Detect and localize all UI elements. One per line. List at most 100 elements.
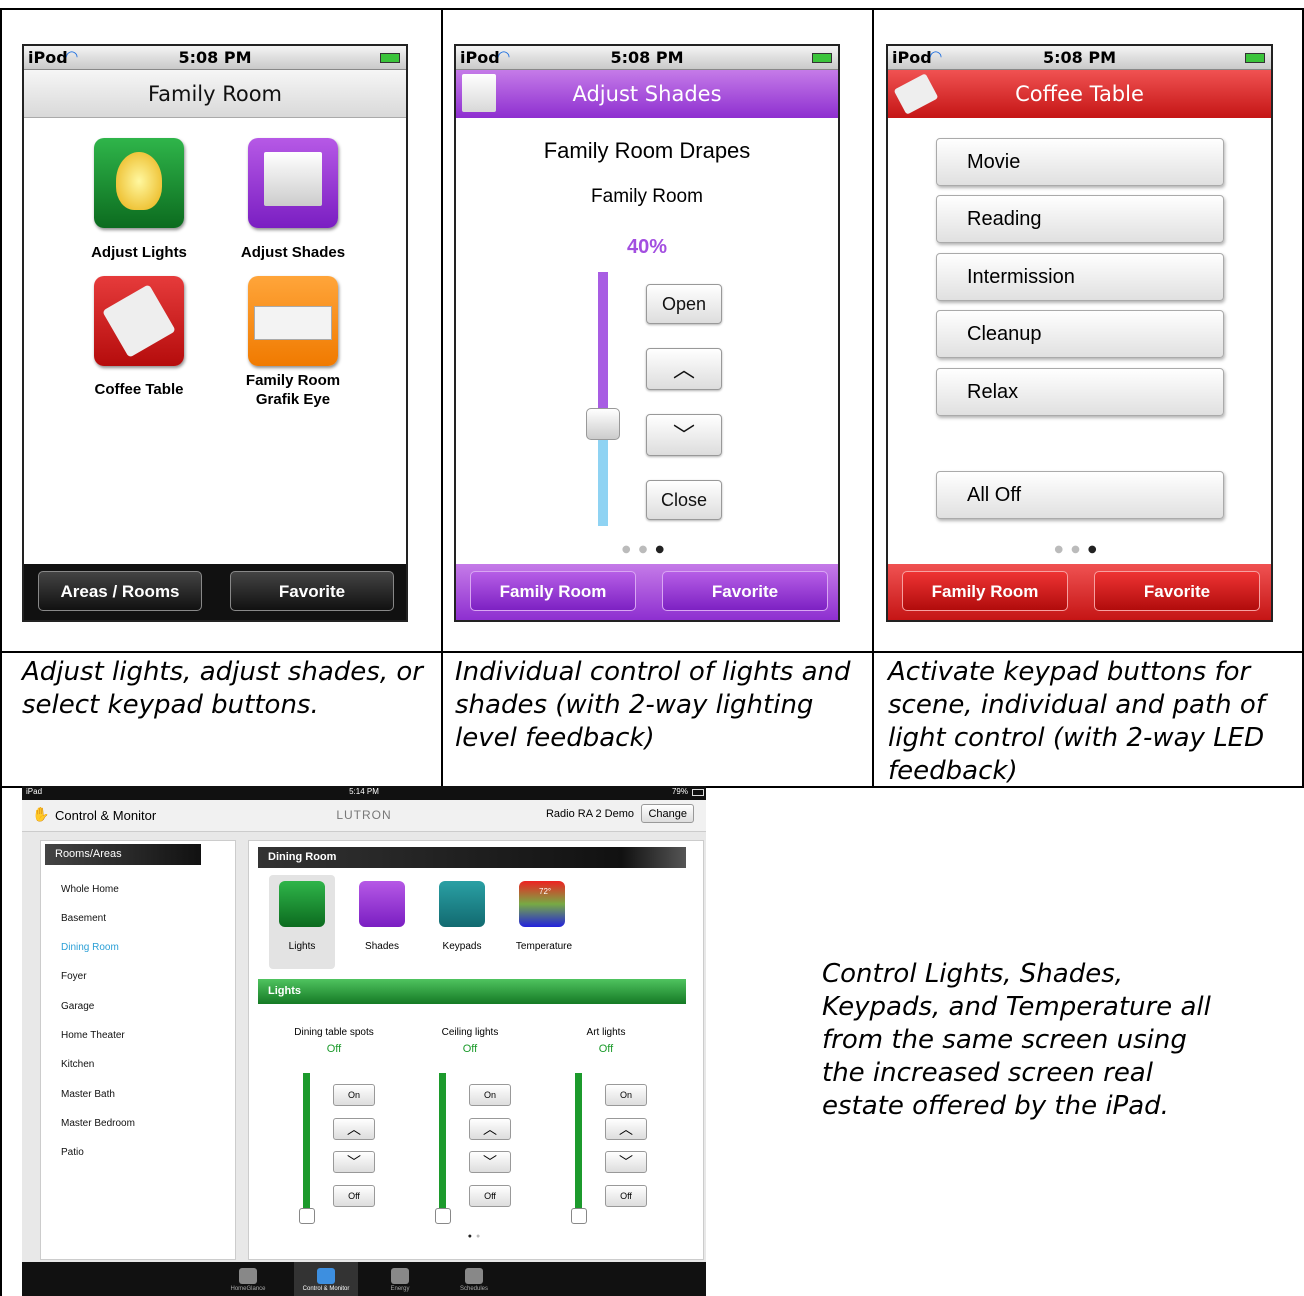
caption-2: Individual control of lights and shades … xyxy=(455,657,851,753)
scene-button-reading[interactable]: Reading xyxy=(936,195,1224,243)
page-indicator[interactable]: ●●● xyxy=(456,544,838,555)
lower-button[interactable]: ﹀ xyxy=(646,414,722,456)
category-label: Keypads xyxy=(442,941,482,952)
adjust-shades-button[interactable] xyxy=(248,138,338,228)
table-border-top xyxy=(0,8,1304,10)
room-basement[interactable]: Basement xyxy=(61,913,106,924)
category-temperature[interactable]: 72° Temperature xyxy=(511,875,577,969)
page-indicator[interactable]: ●● xyxy=(249,1233,703,1240)
raise-button[interactable]: ︿ xyxy=(605,1118,647,1140)
area-name: Family Room xyxy=(591,186,703,207)
off-button[interactable]: Off xyxy=(469,1185,511,1207)
off-button[interactable]: Off xyxy=(333,1185,375,1207)
room-patio[interactable]: Patio xyxy=(61,1147,84,1158)
keypad-icon xyxy=(102,284,176,358)
bottom-toolbar: Family Room Favorite xyxy=(456,564,838,620)
table-border-mid xyxy=(0,651,1304,653)
tab-label: HomeGlance xyxy=(230,1286,266,1292)
tab-energy[interactable]: Energy xyxy=(368,1262,432,1296)
category-label: Shades xyxy=(365,941,399,952)
coffee-table-label: Coffee Table xyxy=(94,381,184,398)
scene-button-movie[interactable]: Movie xyxy=(936,138,1224,186)
dimmer-slider[interactable] xyxy=(303,1073,310,1213)
status-bar: iPad 5:14 PM 79% xyxy=(22,786,706,800)
dimmer-slider[interactable] xyxy=(439,1073,446,1213)
category-keypads[interactable]: Keypads xyxy=(429,875,495,969)
shade-slider-track[interactable] xyxy=(598,272,608,526)
slider-knob[interactable] xyxy=(571,1208,587,1224)
ipad-screen: iPad 5:14 PM 79% ✋ Control & Monitor LUT… xyxy=(22,786,706,1296)
lower-button[interactable]: ﹀ xyxy=(469,1151,511,1173)
page-indicator[interactable]: ●●● xyxy=(888,544,1271,555)
clock: 5:14 PM xyxy=(349,787,379,796)
favorite-button[interactable]: Favorite xyxy=(662,571,828,611)
device-name: Family Room Drapes xyxy=(543,138,751,163)
scene-button-relax[interactable]: Relax xyxy=(936,368,1224,416)
favorite-button[interactable]: Favorite xyxy=(1094,571,1260,611)
battery-icon xyxy=(812,53,832,63)
battery-icon xyxy=(1245,53,1265,63)
category-label: Lights xyxy=(288,941,316,952)
hand-icon xyxy=(317,1268,335,1284)
room-whole-home[interactable]: Whole Home xyxy=(61,884,119,895)
page-title: Coffee Table xyxy=(888,70,1271,118)
tab-label: Control & Monitor xyxy=(302,1286,350,1292)
phone-screen-adjust-shades: iPod ◠ 5:08 PM Adjust Shades Family Room… xyxy=(454,44,840,622)
room-kitchen[interactable]: Kitchen xyxy=(61,1059,94,1070)
page-title: Family Room xyxy=(24,70,406,118)
light-name: Art lights xyxy=(586,1027,626,1038)
raise-button[interactable]: ︿ xyxy=(646,348,722,390)
battery-level: 79% xyxy=(671,787,688,796)
on-button[interactable]: On xyxy=(605,1084,647,1106)
room-master-bath[interactable]: Master Bath xyxy=(61,1089,115,1100)
off-button[interactable]: Off xyxy=(605,1185,647,1207)
room-home-theater[interactable]: Home Theater xyxy=(61,1030,125,1041)
grafik-eye-icon xyxy=(254,306,332,340)
family-room-button[interactable]: Family Room xyxy=(902,571,1068,611)
tab-label: Schedules xyxy=(459,1286,489,1292)
raise-button[interactable]: ︿ xyxy=(333,1118,375,1140)
on-button[interactable]: On xyxy=(333,1084,375,1106)
open-button[interactable]: Open xyxy=(646,284,722,324)
room-foyer[interactable]: Foyer xyxy=(61,971,87,982)
tab-schedules[interactable]: Schedules xyxy=(442,1262,506,1296)
table-border-col1 xyxy=(441,8,443,786)
dimmer-slider[interactable] xyxy=(575,1073,582,1213)
shade-slider-knob[interactable] xyxy=(586,408,620,441)
scene-button-intermission[interactable]: Intermission xyxy=(936,253,1224,301)
category-lights[interactable]: Lights xyxy=(269,875,335,969)
raise-button[interactable]: ︿ xyxy=(469,1118,511,1140)
all-off-button[interactable]: All Off xyxy=(936,471,1224,519)
tab-bar: HomeGlance Control & Monitor Energy Sche… xyxy=(22,1262,706,1296)
table-border-col2 xyxy=(872,8,874,786)
coffee-table-button[interactable] xyxy=(94,276,184,366)
tab-control-monitor[interactable]: Control & Monitor xyxy=(294,1262,358,1296)
family-room-button[interactable]: Family Room xyxy=(470,571,636,611)
slider-knob[interactable] xyxy=(299,1208,315,1224)
status-bar: iPod ◠ 5:08 PM xyxy=(456,46,838,70)
adjust-lights-button[interactable] xyxy=(94,138,184,228)
tab-homeglance[interactable]: HomeGlance xyxy=(216,1262,280,1296)
favorite-button[interactable]: Favorite xyxy=(230,571,394,611)
room-dining-room[interactable]: Dining Room xyxy=(61,942,119,953)
keypad-icon xyxy=(439,881,485,927)
clock: 5:08 PM xyxy=(610,48,684,67)
lower-button[interactable]: ﹀ xyxy=(333,1151,375,1173)
close-button[interactable]: Close xyxy=(646,480,722,520)
thermometer-icon: 72° xyxy=(519,881,565,927)
clock: 5:08 PM xyxy=(178,48,252,67)
shade-icon xyxy=(359,881,405,927)
grafik-eye-button[interactable] xyxy=(248,276,338,366)
slider-knob[interactable] xyxy=(435,1208,451,1224)
change-button[interactable]: Change xyxy=(641,804,694,823)
areas-rooms-button[interactable]: Areas / Rooms xyxy=(38,571,202,611)
adjust-lights-label: Adjust Lights xyxy=(91,244,187,261)
room-garage[interactable]: Garage xyxy=(61,1001,94,1012)
system-name: Radio RA 2 Demo xyxy=(545,808,634,820)
category-shades[interactable]: Shades xyxy=(349,875,415,969)
room-master-bedroom[interactable]: Master Bedroom xyxy=(61,1118,135,1129)
shade-level: 40% xyxy=(626,236,668,258)
scene-button-cleanup[interactable]: Cleanup xyxy=(936,310,1224,358)
on-button[interactable]: On xyxy=(469,1084,511,1106)
lower-button[interactable]: ﹀ xyxy=(605,1151,647,1173)
